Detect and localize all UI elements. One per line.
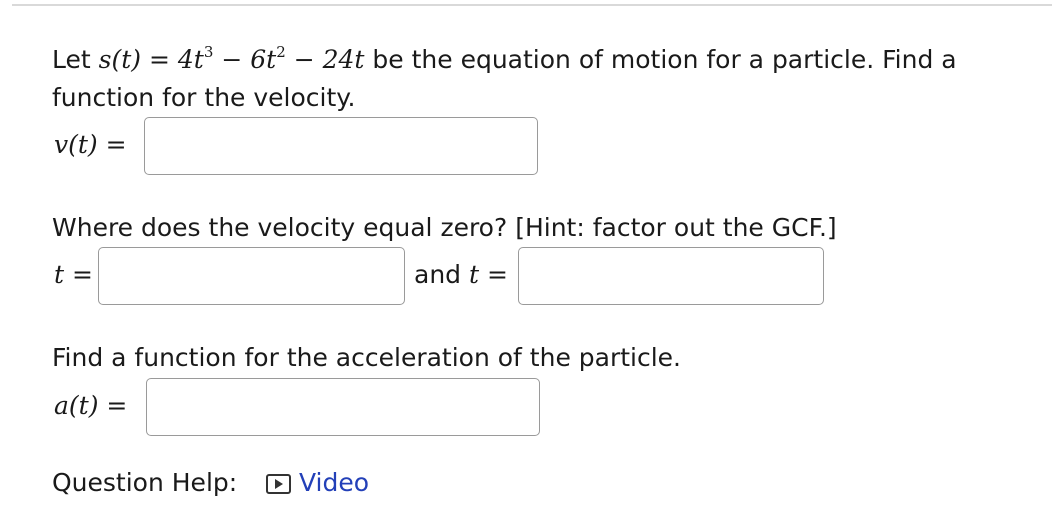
zero-1-equals: = xyxy=(72,260,93,289)
minus-sign-2: − xyxy=(293,45,315,74)
velocity-equals: = xyxy=(105,130,127,159)
question-help-label: Question Help: xyxy=(52,468,238,497)
term-2-exponent: 2 xyxy=(276,42,286,61)
zero-1-label: t = xyxy=(54,260,93,290)
zero-2-symbol: t xyxy=(469,260,480,289)
top-divider xyxy=(12,4,1052,6)
zeros-prompt: Where does the velocity equal zero? [Hin… xyxy=(52,213,837,242)
acceleration-label: a(t) = xyxy=(54,391,127,421)
question-line-1: Let s(t) = 4t3 − 6t2 − 24t be the equati… xyxy=(52,42,957,75)
zero-2-equals: = xyxy=(487,260,508,289)
zero-2-label: and t = xyxy=(414,260,508,290)
acceleration-equals: = xyxy=(106,391,128,420)
position-function: s(t) = 4t3 − 6t2 − 24t xyxy=(98,42,373,74)
zero-1-symbol: t xyxy=(54,260,65,289)
play-video-icon xyxy=(266,474,291,494)
and-text: and xyxy=(414,260,462,289)
zero-1-answer-input[interactable] xyxy=(98,247,405,305)
term-2: 6t xyxy=(250,45,277,74)
question-prefix: Let xyxy=(52,45,91,74)
question-suffix: be the equation of motion for a particle… xyxy=(372,45,957,74)
minus-sign-1: − xyxy=(221,45,243,74)
term-1: 4t xyxy=(177,45,204,74)
velocity-symbol: v(t) xyxy=(54,130,98,159)
zero-2-answer-input[interactable] xyxy=(518,247,824,305)
video-help-link[interactable]: Video xyxy=(266,468,369,498)
equals-sign: = xyxy=(148,45,170,74)
acceleration-symbol: a(t) xyxy=(54,391,99,420)
velocity-label: v(t) = xyxy=(54,130,127,160)
question-line-2: function for the velocity. xyxy=(52,83,356,112)
velocity-answer-input[interactable] xyxy=(144,117,538,175)
video-link-label: Video xyxy=(299,468,370,497)
term-3: 24t xyxy=(322,45,365,74)
term-1-exponent: 3 xyxy=(203,42,214,61)
acceleration-answer-input[interactable] xyxy=(146,378,540,436)
s-label: s(t) xyxy=(98,45,142,74)
acceleration-prompt: Find a function for the acceleration of … xyxy=(52,343,682,372)
